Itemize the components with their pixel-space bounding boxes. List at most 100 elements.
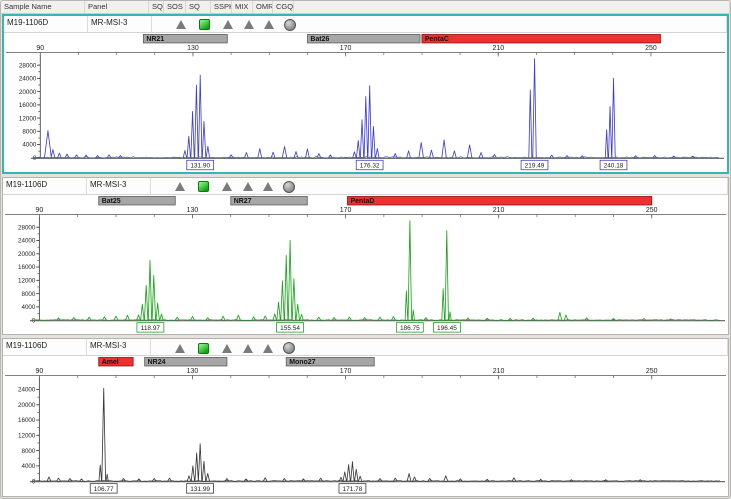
- marker-bars: AmelNR24Mono27: [99, 358, 375, 366]
- y-tick-label: 4000: [22, 141, 36, 148]
- y-tick-label: 16000: [18, 264, 36, 271]
- x-tick-label: 250: [645, 44, 657, 51]
- score-sphere-cell[interactable]: [279, 18, 300, 32]
- marker-label: Mono27: [289, 359, 315, 366]
- sample-block-1[interactable]: M19-1106D MR-MSI-3 NR21Bat26PentaC901301…: [2, 14, 729, 174]
- quality-flags: [151, 339, 728, 355]
- warning-triangle-cell[interactable]: [259, 18, 279, 32]
- peak-trace: [44, 58, 694, 157]
- warning-triangle-cell[interactable]: [237, 341, 258, 355]
- y-tick-label: 8000: [21, 291, 35, 298]
- genotype-analysis-window: Sample Name Panel SQD SOS SQ SSPK MIX OM…: [0, 0, 731, 499]
- column-header-sqd[interactable]: SQD: [149, 1, 164, 13]
- score-sphere-cell[interactable]: [278, 341, 299, 355]
- x-tick-label: 130: [187, 207, 199, 214]
- pass-green-square-cell[interactable]: [192, 18, 217, 32]
- electropherogram-blue[interactable]: NR21Bat26PentaC9013017021025004000800012…: [4, 33, 727, 172]
- column-header-sspk[interactable]: SSPK: [211, 1, 232, 13]
- warning-triangle-cell[interactable]: [237, 180, 258, 194]
- x-tick-label: 170: [340, 207, 352, 214]
- column-header-cgq[interactable]: CGQ: [273, 1, 294, 13]
- column-header-sos[interactable]: SOS: [164, 1, 186, 13]
- x-tick-label: 210: [493, 368, 505, 375]
- warning-triangle-cell[interactable]: [169, 180, 191, 194]
- warning-triangle-cell[interactable]: [170, 18, 192, 32]
- x-tick-label: 130: [187, 368, 199, 375]
- y-tick-label: 12000: [19, 115, 37, 122]
- sample-row[interactable]: M19-1106D MR-MSI-3: [3, 339, 728, 356]
- marker-label: NR27: [234, 198, 252, 205]
- x-tick-label: 250: [646, 368, 658, 375]
- y-tick-label: 4000: [21, 463, 35, 470]
- sample-row[interactable]: M19-1106D MR-MSI-3: [4, 16, 727, 33]
- column-header-mix[interactable]: MIX: [232, 1, 253, 13]
- allele-size-text: 186.75: [400, 325, 420, 332]
- sample-block-2[interactable]: M19-1106D MR-MSI-3 Bat25NR27PentaD901301…: [2, 177, 729, 336]
- y-tick-label: 12000: [18, 277, 36, 284]
- electropherogram-svg: Bat25NR27PentaD9013017021025004000800012…: [3, 195, 728, 335]
- column-header-omr[interactable]: OMR: [253, 1, 273, 13]
- none-cell[interactable]: [154, 180, 169, 194]
- none-cell[interactable]: [155, 18, 170, 32]
- marker-label: Amel: [102, 359, 119, 366]
- allele-size-text: 106.77: [94, 486, 114, 493]
- x-axis: 90130170210250: [5, 368, 726, 379]
- x-tick-label: 210: [493, 207, 505, 214]
- warning-triangle-cell[interactable]: [169, 341, 191, 355]
- y-tick-label: 20000: [18, 402, 36, 409]
- warning-triangle-cell[interactable]: [216, 341, 237, 355]
- warning-triangle-cell[interactable]: [216, 180, 237, 194]
- sample-name-cell[interactable]: M19-1106D: [3, 339, 87, 355]
- x-tick-label: 170: [340, 44, 352, 51]
- warning-triangle-icon: [264, 20, 274, 29]
- electropherogram-green[interactable]: Bat25NR27PentaD9013017021025004000800012…: [3, 195, 728, 335]
- column-header-panel[interactable]: Panel: [85, 1, 149, 13]
- allele-labels: 118.97155.54186.75196.45: [137, 322, 461, 331]
- sample-name-cell[interactable]: M19-1106D: [4, 16, 88, 32]
- electropherogram-black[interactable]: AmelNR24Mono2790130170210250040008000120…: [3, 356, 728, 496]
- row-filler: [300, 18, 726, 32]
- panel-cell[interactable]: MR-MSI-3: [88, 16, 152, 32]
- score-sphere-cell[interactable]: [278, 180, 299, 194]
- marker-label: Bat25: [102, 198, 121, 205]
- pass-green-square-cell[interactable]: [191, 341, 216, 355]
- x-tick-label: 250: [646, 207, 658, 214]
- pass-green-square-cell[interactable]: [191, 180, 216, 194]
- quality-flags: [152, 16, 727, 32]
- warning-triangle-icon: [222, 182, 232, 191]
- sample-row[interactable]: M19-1106D MR-MSI-3: [3, 178, 728, 195]
- noise-trace: [32, 319, 720, 320]
- warning-triangle-cell[interactable]: [217, 18, 238, 32]
- warning-triangle-icon: [175, 182, 185, 191]
- y-tick-label: 28000: [18, 224, 36, 231]
- marker-bars: Bat25NR27PentaD: [99, 196, 652, 204]
- allele-size-text: 118.97: [141, 325, 161, 332]
- warning-triangle-cell[interactable]: [258, 341, 278, 355]
- warning-triangle-icon: [175, 344, 185, 353]
- panel-cell[interactable]: MR-MSI-3: [87, 178, 151, 194]
- warning-triangle-icon: [243, 344, 253, 353]
- column-header-sq[interactable]: SQ: [186, 1, 211, 13]
- x-tick-label: 90: [36, 44, 44, 51]
- marker-label: Bat26: [310, 36, 329, 43]
- warning-triangle-icon: [222, 344, 232, 353]
- warning-triangle-icon: [176, 20, 186, 29]
- quality-flags: [151, 178, 728, 194]
- y-tick-label: 24000: [18, 387, 36, 394]
- marker-bar-pentac[interactable]: [422, 34, 661, 42]
- marker-bars: NR21Bat26PentaC: [143, 34, 660, 42]
- sample-name-cell[interactable]: M19-1106D: [3, 178, 87, 194]
- panel-cell[interactable]: MR-MSI-3: [87, 339, 151, 355]
- none-cell[interactable]: [154, 341, 169, 355]
- marker-bar-pentad[interactable]: [347, 196, 651, 204]
- allele-size-text: 131.99: [190, 486, 210, 493]
- x-tick-label: 210: [492, 44, 504, 51]
- y-tick-label: 4000: [21, 304, 35, 311]
- pass-green-square-icon: [198, 181, 209, 192]
- allele-size-text: 131.90: [190, 162, 210, 169]
- warning-triangle-cell[interactable]: [258, 180, 278, 194]
- column-header-sample-name[interactable]: Sample Name: [1, 1, 85, 13]
- allele-size-text: 171.78: [343, 486, 363, 493]
- warning-triangle-cell[interactable]: [238, 18, 259, 32]
- sample-block-3[interactable]: M19-1106D MR-MSI-3 AmelNR24Mono279013017…: [2, 338, 729, 497]
